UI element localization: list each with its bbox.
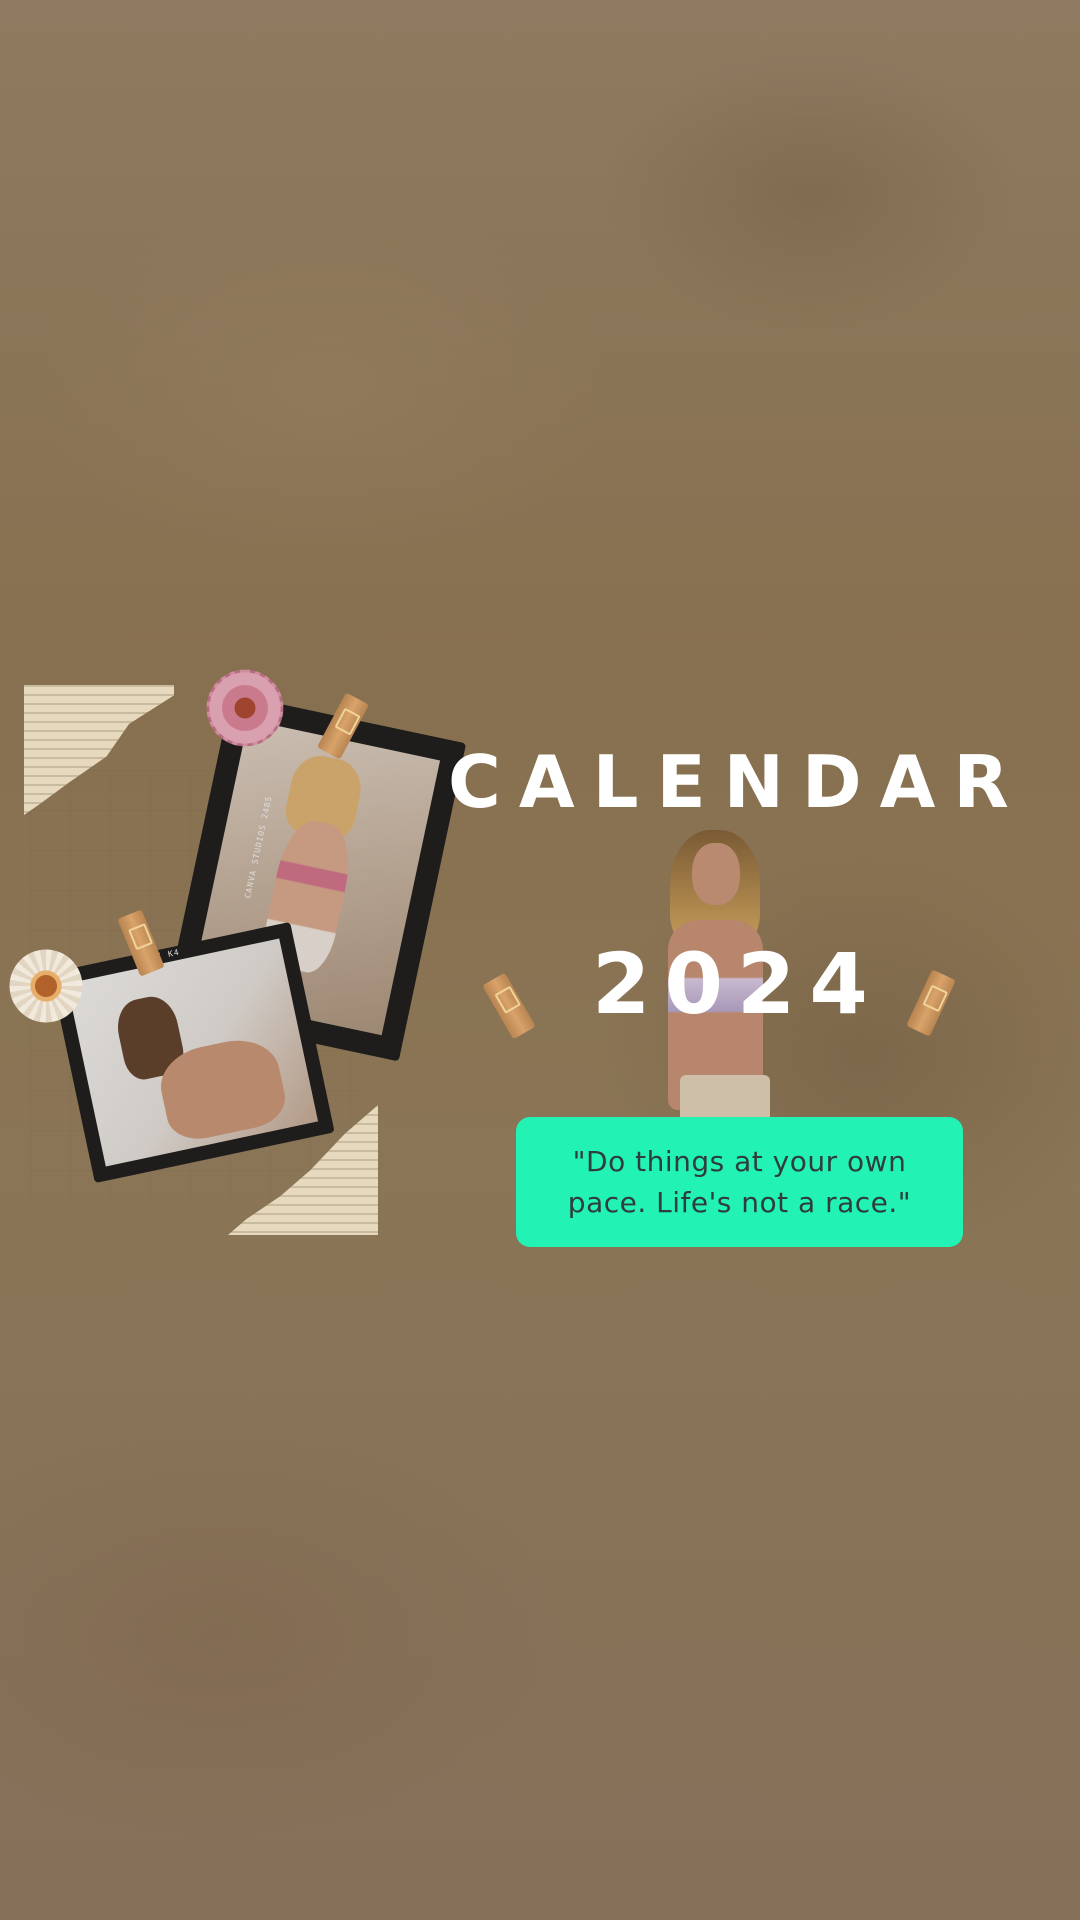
photo-woman-profile: [66, 938, 319, 1167]
quote-text: "Do things at your own pace. Life's not …: [567, 1145, 912, 1219]
page-title: CALENDAR: [448, 740, 1027, 824]
year-label: 2024: [592, 935, 882, 1033]
quote-box: "Do things at your own pace. Life's not …: [516, 1117, 963, 1247]
